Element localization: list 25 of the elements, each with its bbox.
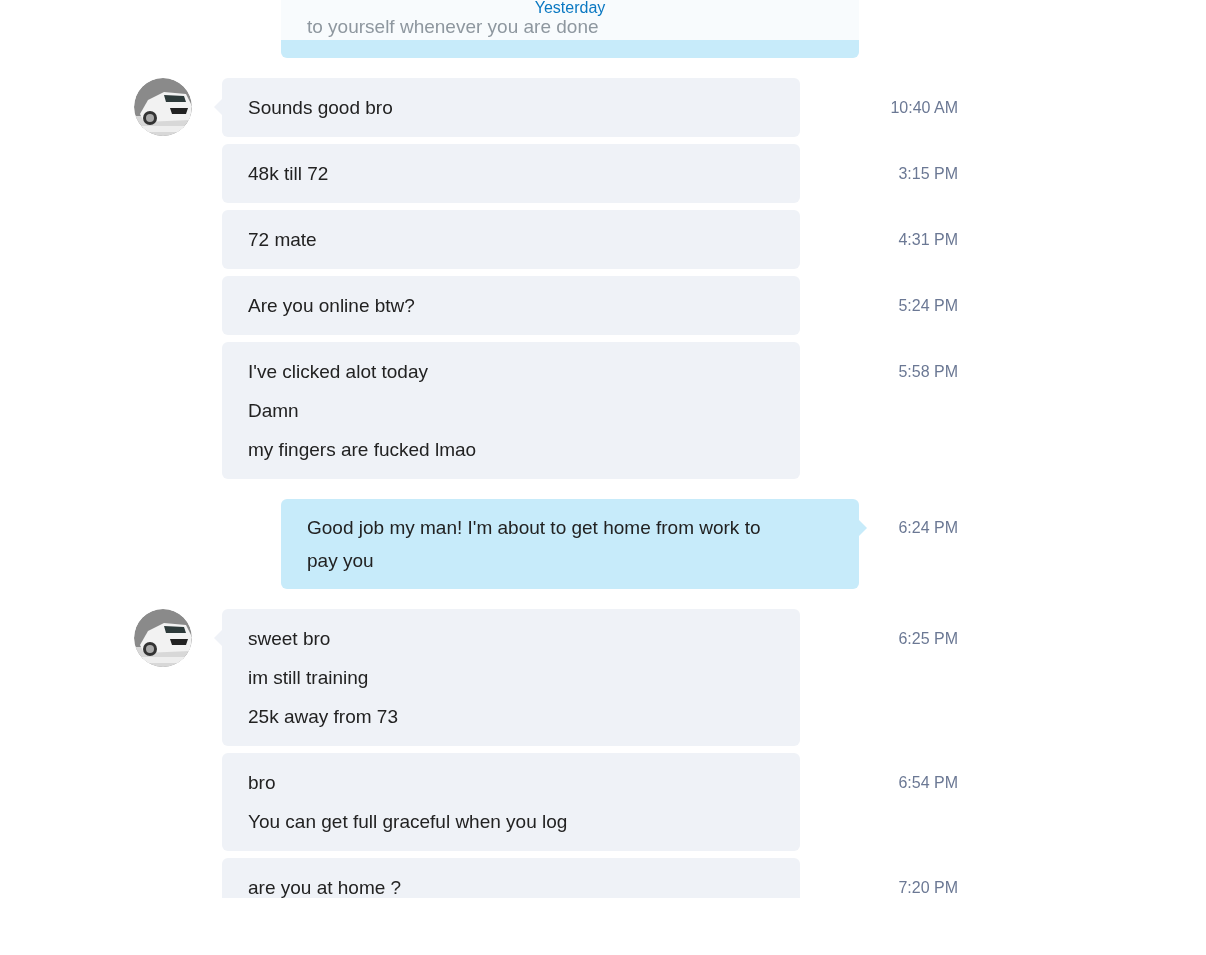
message-text: im still training bbox=[248, 666, 370, 690]
timestamp: 4:31 PM bbox=[898, 230, 958, 250]
timestamp: 5:24 PM bbox=[898, 296, 958, 316]
message-text: my fingers are fucked lmao bbox=[248, 438, 478, 462]
timestamp: 6:24 PM bbox=[898, 518, 958, 538]
message-text: I've clicked alot today bbox=[248, 360, 429, 384]
timestamp: 6:25 PM bbox=[898, 629, 958, 649]
timestamp: 3:15 PM bbox=[898, 164, 958, 184]
timestamp: 7:20 PM bbox=[898, 878, 958, 898]
date-header: Yesterday bbox=[534, 0, 606, 16]
message-text: You can get full graceful when you log bbox=[248, 810, 569, 834]
message-text: 72 mate bbox=[248, 228, 318, 252]
message-text: 25k away from 73 bbox=[248, 705, 399, 729]
message-text: Good job my man! I'm about to get home from work to pay you bbox=[307, 516, 762, 573]
timestamp: 10:40 AM bbox=[890, 98, 958, 118]
timestamp: 5:58 PM bbox=[898, 362, 958, 382]
message-text: sweet bro bbox=[248, 627, 332, 651]
message-text: are you at home ? bbox=[248, 876, 403, 898]
timestamp: 6:54 PM bbox=[898, 773, 958, 793]
message-text: to yourself whenever you are done bbox=[307, 16, 599, 38]
message-text: Are you online btw? bbox=[248, 294, 416, 318]
message-text: Sounds good bro bbox=[248, 96, 394, 120]
message-text: 48k till 72 bbox=[248, 162, 330, 186]
message-text: bro bbox=[248, 771, 277, 795]
message-text: Damn bbox=[248, 399, 300, 423]
